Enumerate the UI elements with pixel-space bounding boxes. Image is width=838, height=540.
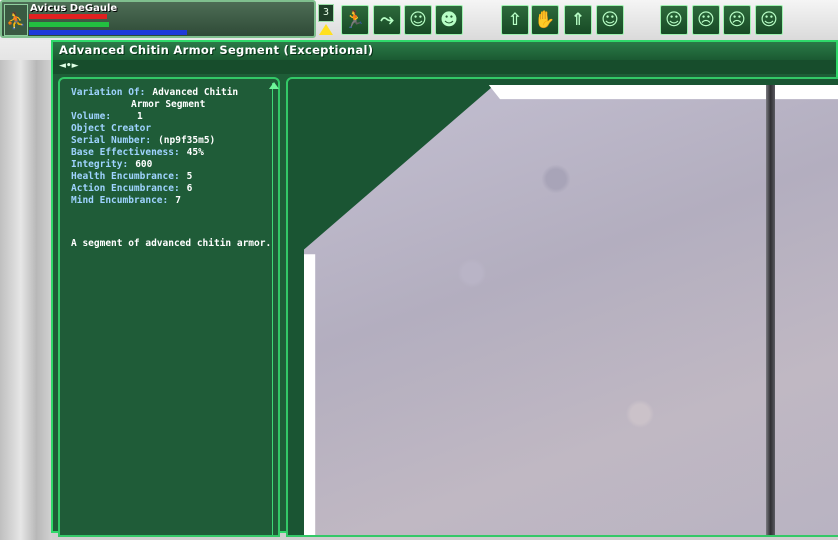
happy-button[interactable]: ☺ [596, 5, 624, 35]
grin-button[interactable]: ☻ [435, 5, 463, 35]
item-3d-viewer[interactable] [286, 77, 838, 537]
kneel-button[interactable]: ⇑ [564, 5, 592, 35]
face-sad-button[interactable]: ☹ [723, 5, 751, 35]
variation-value-continued: Armor Segment [131, 99, 206, 110]
base-effectiveness-label: Base Effectiveness: [71, 147, 180, 158]
stand-button[interactable]: ⇧ [501, 5, 529, 35]
item-attributes-panel: Variation Of: Advanced Chitin Armor Segm… [58, 77, 280, 537]
action-bar [29, 22, 109, 27]
attribute-row: Object Creator [71, 123, 271, 135]
variation-label: Variation Of: [71, 87, 146, 98]
warning-icon[interactable] [319, 24, 333, 35]
volume-value: 1 [137, 111, 143, 122]
armor-segment-seam [766, 85, 775, 535]
attribute-row: Action Encumbrance: 6 [71, 183, 271, 195]
armor-segment-render [304, 85, 838, 535]
action-encumbrance-label: Action Encumbrance: [71, 183, 180, 194]
face-angry-button[interactable]: ☹ [692, 5, 720, 35]
health-bar [29, 14, 107, 19]
happy-icon: ☺ [601, 10, 619, 30]
player-portrait-icon[interactable]: ⛹ [4, 4, 28, 36]
object-creator-label: Object Creator [71, 123, 152, 134]
attribute-row: Volume: 1 [71, 111, 271, 123]
serial-number-value: (np9f35m5) [158, 135, 216, 146]
hand-icon: ✋ [534, 10, 556, 30]
health-encumbrance-label: Health Encumbrance: [71, 171, 180, 182]
health-encumbrance-value: 5 [186, 171, 193, 182]
smile-button[interactable]: ☺ [404, 5, 432, 35]
attribute-row: Integrity: 600 [71, 159, 271, 171]
kneel-icon: ⇑ [570, 10, 586, 30]
attribute-row: Variation Of: Advanced Chitin [71, 87, 271, 99]
attribute-row: Serial Number: (np9f35m5) [71, 135, 271, 147]
tab-scroll-arrows-icon[interactable]: ◄•► [59, 61, 79, 71]
attribute-row: Armor Segment [71, 99, 271, 111]
player-status-panel[interactable]: ⛹ Avicus DeGaule [0, 0, 316, 38]
attribute-row: Mind Encumbrance: 7 [71, 195, 271, 207]
smile-icon: ☺ [409, 10, 427, 30]
player-name: Avicus DeGaule [30, 3, 118, 14]
stand-icon: ⇧ [507, 10, 523, 30]
face-sad-icon: ☹ [728, 10, 746, 30]
run-icon: 🏃 [344, 10, 366, 30]
mind-encumbrance-value: 7 [175, 195, 181, 206]
face-neutral-icon: ☺ [665, 10, 683, 30]
face-angry-icon: ☹ [697, 10, 715, 30]
mind-encumbrance-label: Mind Encumbrance: [71, 195, 169, 206]
volume-label: Volume: [71, 111, 112, 122]
tab-row: ◄•► [53, 60, 836, 74]
integrity-value: 600 [135, 159, 153, 170]
base-effectiveness-value: 45% [186, 147, 204, 158]
variation-value: Advanced Chitin [152, 87, 239, 98]
walk-icon: ⤳ [380, 10, 394, 30]
window-titlebar[interactable]: Advanced Chitin Armor Segment (Exception… [53, 42, 836, 61]
mind-bar [29, 30, 187, 35]
face-neutral-button[interactable]: ☺ [660, 5, 688, 35]
grin-icon: ☻ [440, 10, 458, 30]
run-button[interactable]: 🏃 [341, 5, 369, 35]
attribute-row: Base Effectiveness: 45% [71, 147, 271, 159]
attribute-list: Variation Of: Advanced Chitin Armor Segm… [71, 87, 271, 207]
walk-button[interactable]: ⤳ [373, 5, 401, 35]
face-plain-button[interactable]: ☺ [755, 5, 783, 35]
integrity-label: Integrity: [71, 159, 129, 170]
level-indicator[interactable]: 3 [318, 4, 334, 22]
attribute-scrollbar[interactable] [269, 82, 279, 535]
hand-button[interactable]: ✋ [531, 5, 559, 35]
face-plain-icon: ☺ [760, 10, 778, 30]
serial-number-label: Serial Number: [71, 135, 152, 146]
item-description: A segment of advanced chitin armor. [71, 238, 272, 249]
examine-window[interactable]: Advanced Chitin Armor Segment (Exception… [51, 40, 838, 537]
scroll-up-arrow-icon[interactable] [269, 82, 279, 89]
window-title: Advanced Chitin Armor Segment (Exception… [59, 43, 374, 57]
stone-pillar [0, 60, 52, 540]
action-encumbrance-value: 6 [186, 183, 193, 194]
attribute-row: Health Encumbrance: 5 [71, 171, 271, 183]
